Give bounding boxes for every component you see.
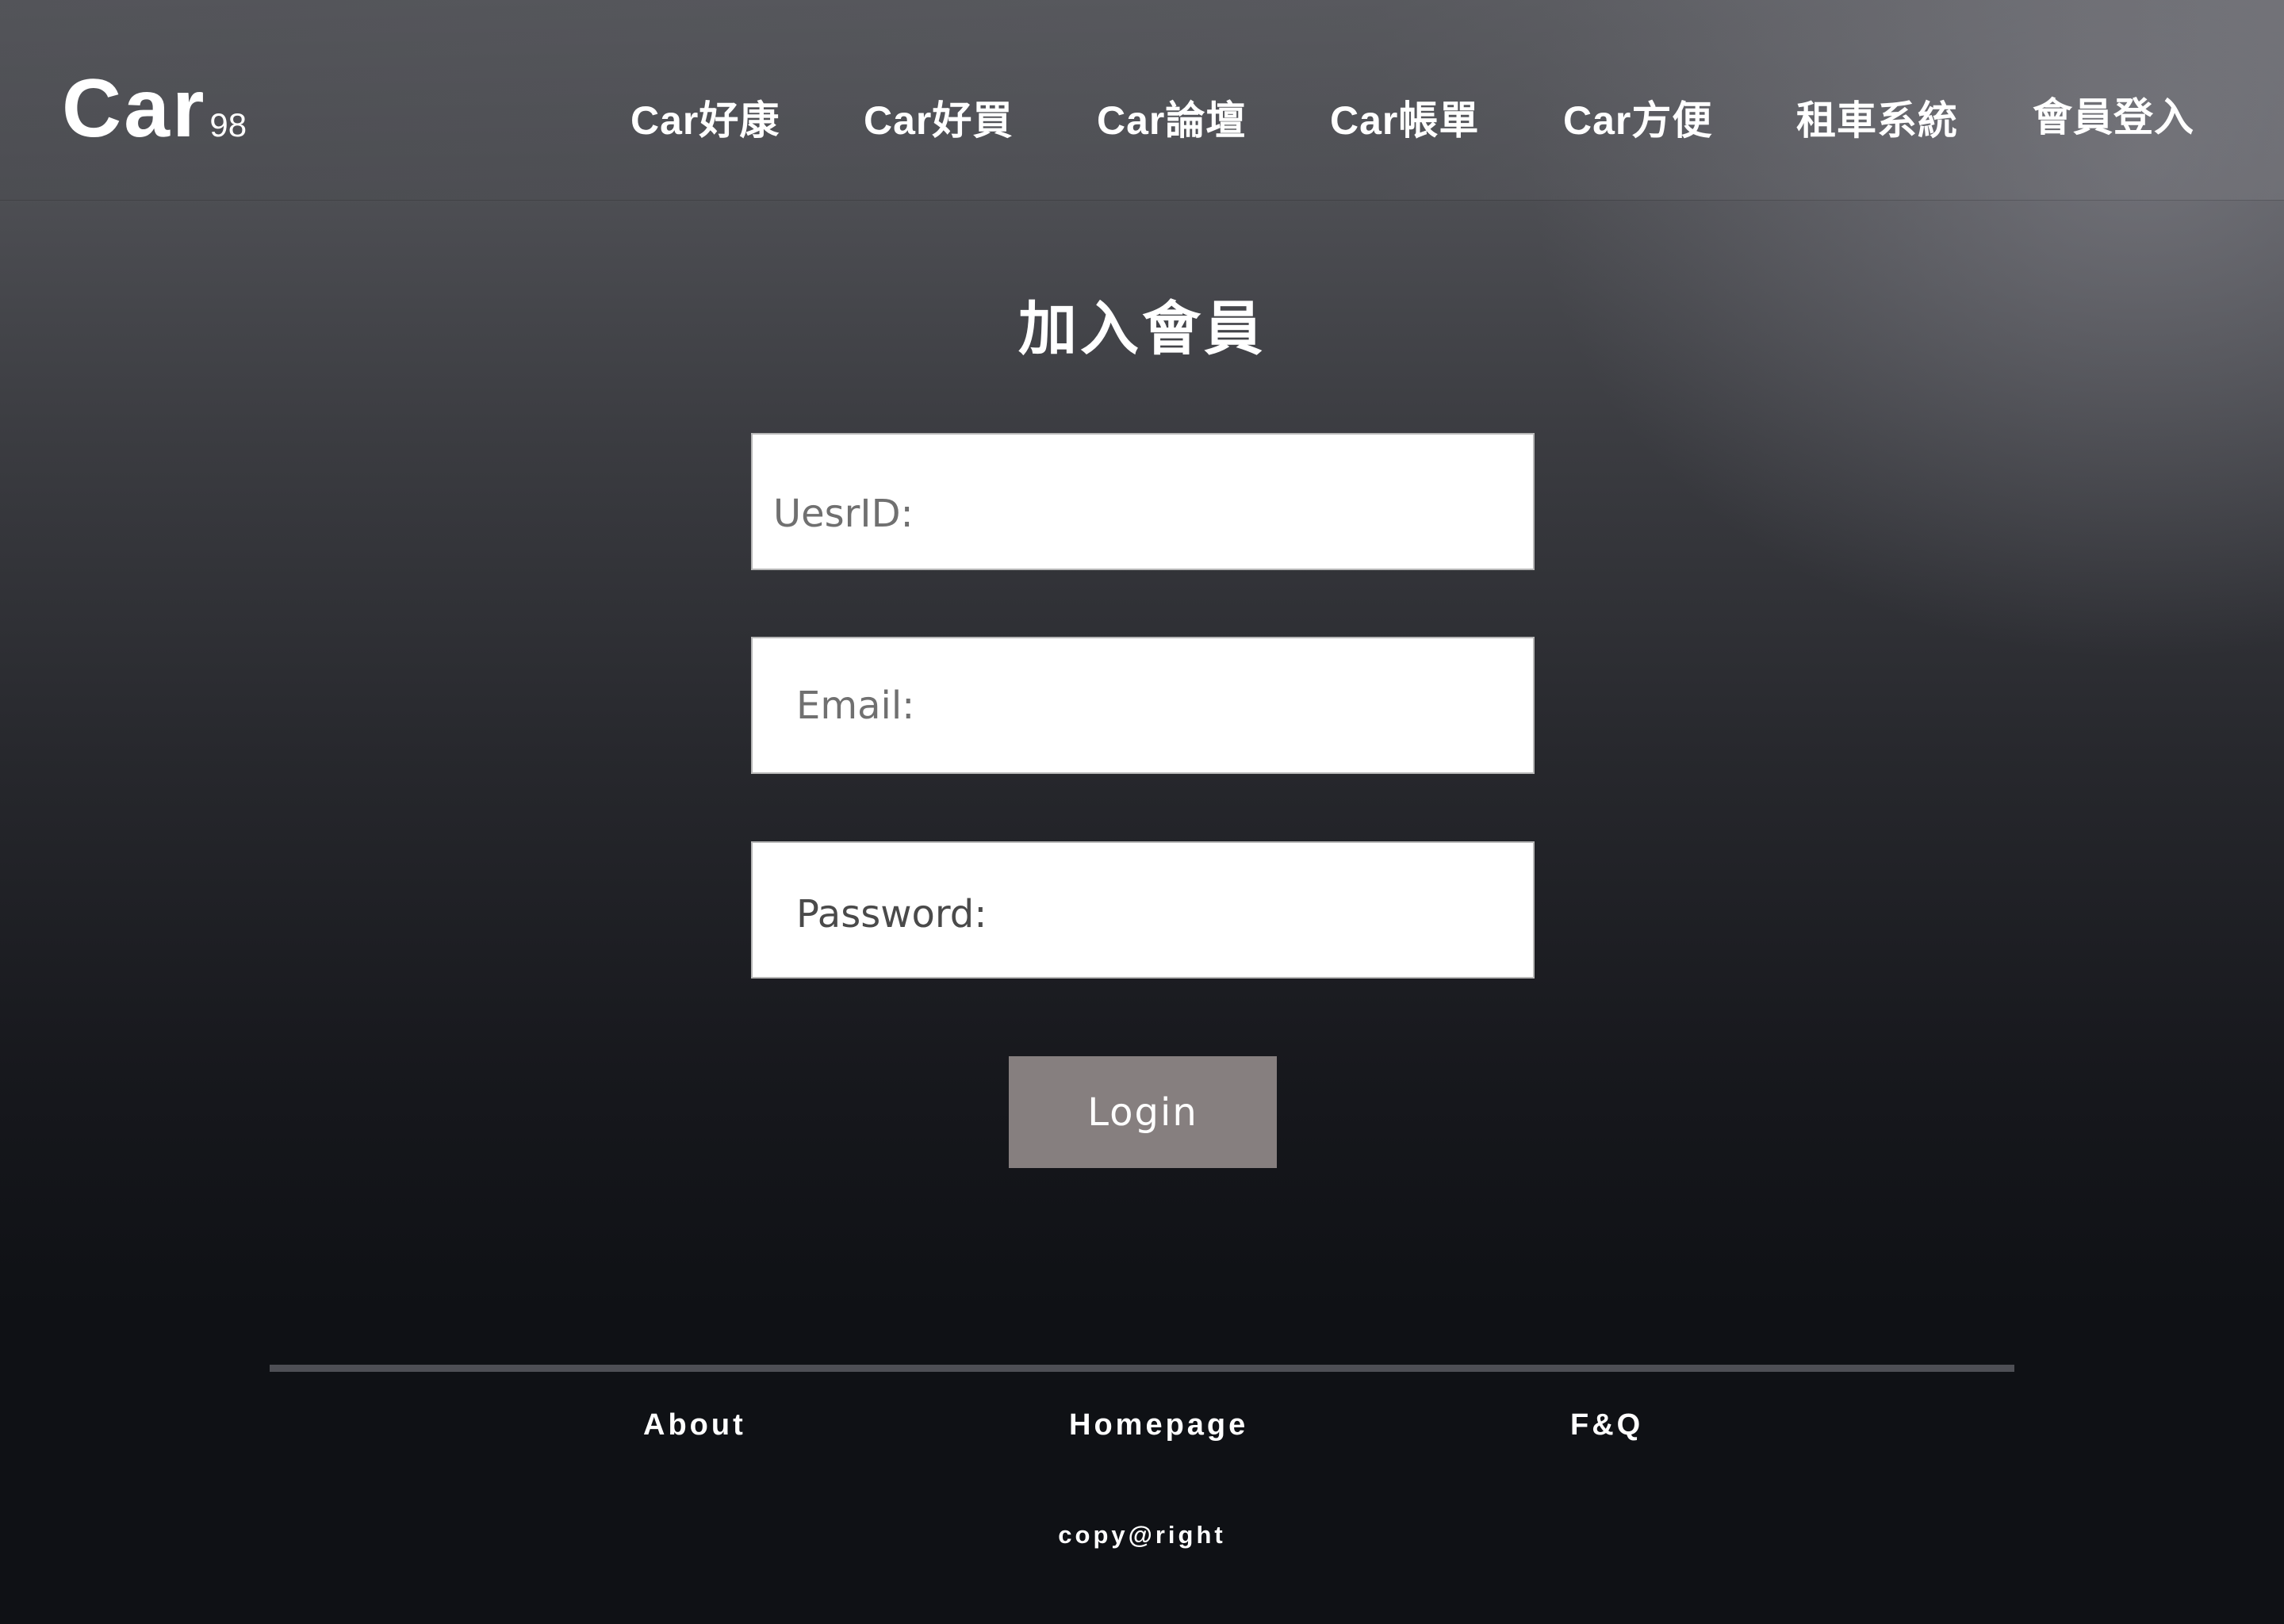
nav-item-car-forum[interactable]: Car論壇 xyxy=(1097,89,1246,146)
nav-item-car-deals[interactable]: Car好康 xyxy=(630,89,780,146)
nav-item-car-shop[interactable]: Car好買 xyxy=(864,89,1013,146)
footer-link-faq[interactable]: F&Q xyxy=(1570,1408,1643,1442)
main-nav: Car好康 Car好買 Car論壇 Car帳單 Car方便 租車系統 會員登入 xyxy=(0,89,2284,144)
page-title: 加入會員 xyxy=(1018,296,1266,362)
login-button[interactable]: Login xyxy=(1009,1056,1277,1168)
nav-item-member-login[interactable]: 會員登入 xyxy=(2033,86,2194,143)
password-field[interactable] xyxy=(751,841,1535,979)
userid-field[interactable] xyxy=(751,433,1535,570)
footer-divider xyxy=(270,1365,2014,1372)
nav-item-car-convenience[interactable]: Car方便 xyxy=(1563,89,1712,146)
password-input[interactable] xyxy=(753,843,1533,977)
userid-input[interactable] xyxy=(753,435,1533,569)
copyright-text: copy@right xyxy=(1058,1521,1226,1549)
email-field[interactable] xyxy=(751,637,1535,774)
nav-item-rental-system[interactable]: 租車系統 xyxy=(1796,89,1958,146)
footer-link-about[interactable]: About xyxy=(643,1408,746,1442)
footer-link-homepage[interactable]: Homepage xyxy=(1069,1408,1248,1442)
email-input[interactable] xyxy=(753,638,1533,772)
site-header: Car98 Car好康 Car好買 Car論壇 Car帳單 Car方便 租車系統… xyxy=(0,0,2284,200)
nav-item-car-bill[interactable]: Car帳單 xyxy=(1330,89,1479,146)
